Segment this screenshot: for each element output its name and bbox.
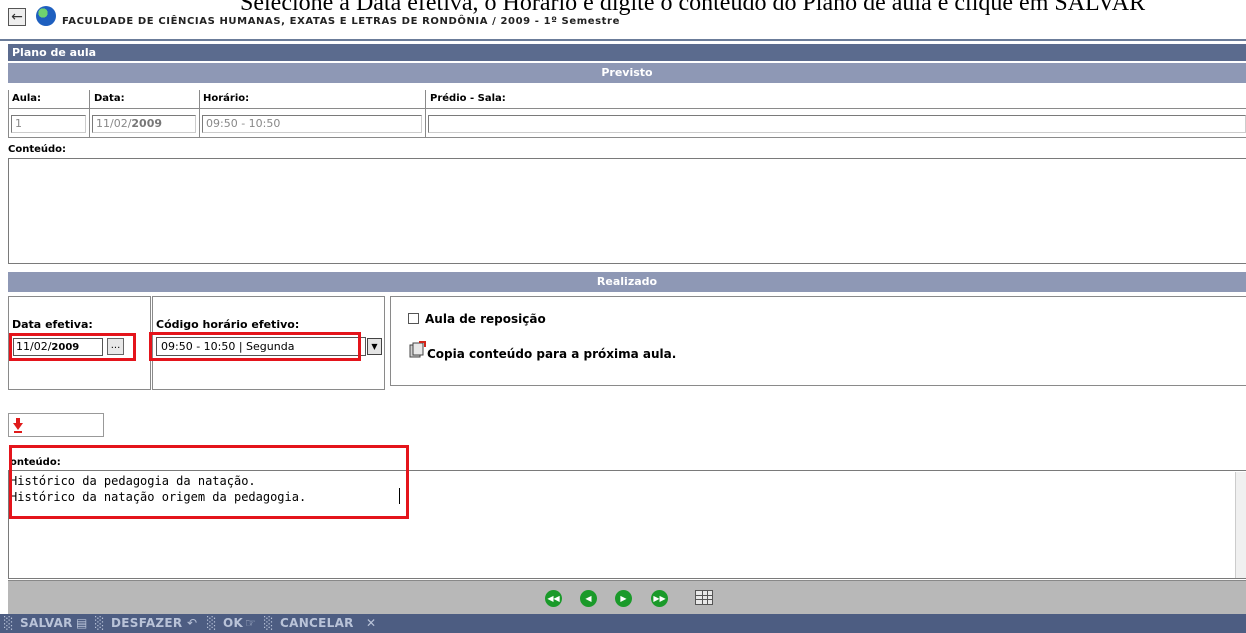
highlight-codigo-horario xyxy=(149,332,361,361)
aula-reposicao-checkbox[interactable] xyxy=(408,313,419,324)
action-toolbar: ░ SALVAR ▤ ░ DESFAZER ↶ ░ OK ☞ ░ CANCELA… xyxy=(0,614,1246,633)
undo-icon[interactable]: ↶ xyxy=(187,616,197,631)
aula-reposicao-label: Aula de reposição xyxy=(425,312,546,326)
close-icon[interactable]: ✕ xyxy=(366,616,376,631)
options-panel xyxy=(390,296,1246,386)
record-navigation-bar: ◀◀ ◀ ▶ ▶▶ xyxy=(8,580,1246,614)
divider xyxy=(8,137,1246,138)
previsto-header: Previsto xyxy=(8,63,1246,83)
back-arrow-icon[interactable]: ← xyxy=(8,8,26,26)
table-view-icon[interactable] xyxy=(695,590,713,605)
save-icon[interactable]: ▤ xyxy=(76,616,87,631)
predio-sala-label: Prédio - Sala: xyxy=(430,93,506,104)
bullet-icon: ░ xyxy=(4,616,14,630)
aula-field[interactable]: 1 xyxy=(11,115,86,133)
realizado-header: Realizado xyxy=(8,272,1246,292)
red-down-arrow-icon[interactable] xyxy=(12,417,24,433)
aula-label: Aula: xyxy=(12,93,42,104)
predio-sala-field[interactable] xyxy=(428,115,1246,133)
divider xyxy=(89,90,90,138)
codigo-horario-label: Código horário efetivo: xyxy=(156,318,300,331)
cancelar-button[interactable]: CANCELAR xyxy=(280,615,354,632)
bullet-icon: ░ xyxy=(264,616,274,630)
data-prevista-field[interactable]: 11/02/2009 xyxy=(92,115,196,133)
horario-label: Horário: xyxy=(203,93,250,104)
highlight-conteudo xyxy=(9,445,409,519)
prev-record-icon[interactable]: ◀ xyxy=(580,590,597,607)
institution-title: FACULDADE DE CIÊNCIAS HUMANAS, EXATAS E … xyxy=(62,16,620,27)
next-record-icon[interactable]: ▶ xyxy=(615,590,632,607)
instruction-caption: Selecione a Data efetiva, o Horário e di… xyxy=(240,0,1146,16)
conteudo-previsto-label: Conteúdo: xyxy=(8,144,67,155)
divider xyxy=(425,90,426,138)
divider xyxy=(8,90,9,138)
desfazer-button[interactable]: DESFAZER xyxy=(111,615,182,632)
chevron-down-icon[interactable]: ▼ xyxy=(367,338,382,355)
copy-content-icon[interactable] xyxy=(409,341,426,358)
data-efetiva-label: Data efetiva: xyxy=(12,318,93,331)
hand-pointer-icon[interactable]: ☞ xyxy=(245,616,256,631)
divider xyxy=(199,90,200,138)
expand-box[interactable] xyxy=(8,413,104,437)
salvar-button[interactable]: SALVAR xyxy=(20,615,73,632)
data-label: Data: xyxy=(94,93,125,104)
last-record-icon[interactable]: ▶▶ xyxy=(651,590,668,607)
first-record-icon[interactable]: ◀◀ xyxy=(545,590,562,607)
highlight-data-efetiva xyxy=(9,333,136,361)
textarea-scrollbar[interactable] xyxy=(1235,472,1246,578)
plano-de-aula-header: Plano de aula xyxy=(8,44,1246,61)
globe-icon xyxy=(36,6,56,26)
header-divider xyxy=(0,39,1246,41)
bullet-icon: ░ xyxy=(95,616,105,630)
divider xyxy=(8,108,1246,109)
conteudo-previsto-textarea[interactable] xyxy=(8,158,1246,264)
horario-prevista-field[interactable]: 09:50 - 10:50 xyxy=(202,115,422,133)
data-prevista-year: 2009 xyxy=(131,117,163,130)
bullet-icon: ░ xyxy=(207,616,217,630)
ok-button[interactable]: OK xyxy=(223,615,243,632)
data-prevista-day: 11/02/ xyxy=(96,117,132,130)
copia-conteudo-link[interactable]: Copia conteúdo para a próxima aula. xyxy=(427,347,676,361)
